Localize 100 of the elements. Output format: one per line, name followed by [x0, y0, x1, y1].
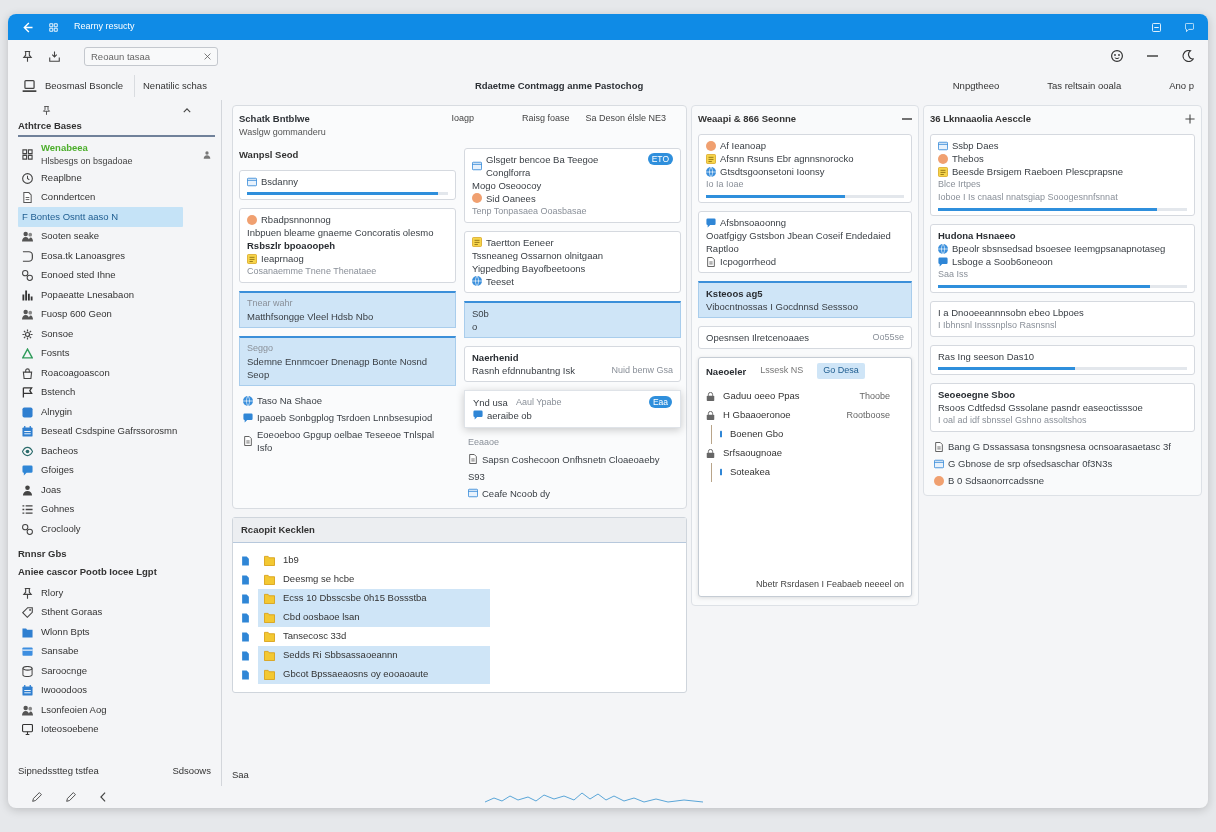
- list-row[interactable]: Gbcot Bpssaeaosns oy eooaoaute: [258, 665, 490, 684]
- list-row[interactable]: Cbd oosbaoe lsan: [258, 608, 490, 627]
- card-meta: I oal ad idf sbnssel Gshno assoltshos: [938, 414, 1088, 428]
- pin-icon[interactable]: [42, 106, 51, 115]
- sidebar-item[interactable]: Eonoed sted Ihne: [18, 265, 215, 286]
- person-icon: [22, 484, 33, 496]
- card-value: Nuid benw Gsa: [611, 363, 673, 377]
- tree-item[interactable]: Soteakea: [730, 465, 771, 480]
- sidebar-item[interactable]: Fosnts: [18, 343, 215, 364]
- task-card[interactable]: Ras Ing seeson Das10: [930, 345, 1195, 376]
- board-meta: Sa Deson élsle NE3: [585, 112, 666, 126]
- tab[interactable]: Lssesk NS: [754, 363, 810, 379]
- sidebar-item[interactable]: Sooten seake: [18, 226, 215, 247]
- download-icon[interactable]: [49, 50, 60, 62]
- task-card[interactable]: Glsgetr bencoe Ba Teegoe Conglforra ETO Mogo Oseoocoy Sid Oanees Tenp Tonpasaea Ooasbasae: [464, 147, 681, 223]
- tree-item[interactable]: H Gbaaoeronoe: [723, 408, 791, 423]
- sidebar-item[interactable]: Gohnes: [18, 499, 215, 520]
- card-text: Gtsdtsgoonsetoni Ioonsy: [720, 165, 825, 179]
- sidebar-item[interactable]: Bstench: [18, 382, 215, 403]
- sidebar-item[interactable]: Joas: [18, 480, 215, 500]
- database-icon: [22, 665, 33, 677]
- minimize-icon[interactable]: [902, 118, 912, 121]
- tree-item[interactable]: Boenen Gbo: [730, 427, 784, 442]
- sidebar-item[interactable]: F Bontes Osntt aaso N: [18, 207, 183, 227]
- sidebar-item[interactable]: Alnygin: [18, 402, 215, 422]
- header-link[interactable]: Ano p: [1169, 78, 1194, 94]
- list-row[interactable]: Ecss 10 Dbsscsbe 0h15 Bossstba: [258, 589, 490, 608]
- card-text: Glsgetr bencoe Ba Teegoe Conglforra: [486, 152, 600, 179]
- list-row[interactable]: Tansecosc 33d: [258, 627, 490, 646]
- sidebar-item[interactable]: Sansabe: [18, 641, 215, 662]
- list-row[interactable]: 1b9: [258, 551, 490, 570]
- flag-icon: [22, 387, 33, 398]
- card-text: Ynd usa: [473, 395, 508, 409]
- sidebar-item[interactable]: Reaplbne: [18, 168, 215, 188]
- header-link[interactable]: Nnpgtheeo: [952, 78, 1000, 94]
- pin-icon: [22, 587, 33, 599]
- filter-label[interactable]: Nenatilic schas: [143, 78, 207, 94]
- sidebar-item[interactable]: Ioteosoebene: [18, 719, 215, 740]
- minus-square-icon[interactable]: [1152, 22, 1161, 32]
- file-icon: [241, 611, 250, 624]
- sidebar-item[interactable]: Rlory: [18, 583, 215, 603]
- sidebar-item[interactable]: Beseatl Csdspine Gafrssorosmn: [18, 421, 215, 442]
- avatar-icon: [472, 193, 482, 204]
- header-link[interactable]: Tas reltsain ooala: [1047, 78, 1122, 94]
- card-text: Yigpedbing Bayofbeetoons: [472, 261, 587, 275]
- folder-icon: [264, 574, 275, 585]
- note-icon: [938, 166, 948, 177]
- window-icon: [934, 458, 944, 469]
- moon-icon[interactable]: [1182, 50, 1194, 62]
- sidebar-item[interactable]: Roacoagoascon: [18, 363, 215, 383]
- chevron-left-icon[interactable]: [100, 792, 106, 802]
- sidebar-item[interactable]: Popaeatte Lnesabaon: [18, 285, 215, 305]
- close-icon[interactable]: [204, 52, 211, 60]
- card-text: Bpeolr sbsnsedsad bsoesee Ieemgpsanapnotaseg: [952, 242, 1166, 256]
- list-row[interactable]: Deesmg se hcbe: [258, 570, 490, 589]
- task-card[interactable]: Hudona Hsnaeeo Bpeolr sbsnsedsad bsoesee Ieemgpsanapnotaseg Lsboge a Soob6oneoon Saa Iss: [930, 224, 1195, 294]
- card-text: Lsboge a Soob6oneoon: [952, 255, 1053, 269]
- task-card[interactable]: Bsdanny: [239, 170, 456, 200]
- sidebar-item[interactable]: Wlonn Bpts: [18, 622, 215, 642]
- smiley-icon[interactable]: [1111, 50, 1123, 62]
- sidebar-item[interactable]: Croclooly: [18, 519, 215, 539]
- sidebar-item[interactable]: Gfoiges: [18, 460, 215, 481]
- card-meta: I Ibhnsnl Insssnplso Rasnsnsl: [938, 319, 1058, 333]
- task-card[interactable]: Naerhenid Rasnh efdnnubantng Isk Nuid benw Gsa: [464, 345, 681, 382]
- task-card[interactable]: Ssbp Daes Thebos Beesde Brsigem Raeboen Plescprapsne Blce Irtpes Ioboe I Is cnaasl nnatsgiap Sooogesnnfsnnat: [930, 134, 1195, 217]
- device-label[interactable]: Beosmasl Bsoncle: [45, 78, 124, 94]
- sidebar-item[interactable]: Wenabeea Hlsbesgs on bsgadoae: [18, 141, 215, 169]
- sidebar-item[interactable]: Conndertcen: [18, 187, 215, 208]
- footer-label: Sipnedsstteg tstfea: [18, 763, 99, 778]
- task-card[interactable]: I a Dnooeeannnsobn ebeo Lbpoes I Ibhnsnl Insssnplso Rasnsnsl: [930, 301, 1195, 338]
- plus-icon[interactable]: [1185, 114, 1195, 125]
- sidebar-item[interactable]: Eosa.tk Lanoasgres: [18, 246, 215, 266]
- back-arrow-icon[interactable]: [22, 21, 33, 33]
- task-card[interactable]: Af Ieanoap Afsnn Rsuns Ebr agnnsnorocko Gtsdtsgoonsetoni Ioonsy Io Ia Ioae: [698, 134, 912, 204]
- document-icon: [706, 256, 716, 267]
- sidebar-item[interactable]: Saroocnge: [18, 661, 215, 681]
- sidebar-item[interactable]: Iwooodoos: [18, 680, 215, 701]
- task-card[interactable]: Rbadpsnnonnog Inbpuen bleame gnaeme Concoratis olesmo Rsbszlr bpoaoopeh Ieaprnaog Cosanaemme Tnene Thenataee: [239, 208, 456, 283]
- list-row[interactable]: Sedds Ri Sbbsassaoeannn: [258, 646, 490, 665]
- document-icon: [934, 441, 944, 452]
- sidebar-item[interactable]: Lsonfeoien Aog: [18, 700, 215, 720]
- pencil-icon[interactable]: [32, 792, 42, 802]
- task-card[interactable]: Taertton Eeneer Tssneaneg Ossarnon olnitgaan Yigpedbing Bayofbeetoons Teeset: [464, 230, 681, 293]
- tree-item[interactable]: Srfsaougnoae: [723, 446, 783, 461]
- sidebar-item[interactable]: Sthent Goraas: [18, 602, 215, 623]
- card-text: Taertton Eeneer: [486, 235, 554, 249]
- task-card[interactable]: Seoeoegne Sboo Rsoos Cdtfedsd Gssolane pasndr easeoctisssoe I oal ad idf sbnssel Gshno assoltshos: [930, 383, 1195, 433]
- sidebar-item[interactable]: Sonsoe: [18, 324, 215, 344]
- tree-item[interactable]: Gaduu oeeo Ppas: [723, 389, 800, 404]
- pencil-icon[interactable]: [66, 792, 76, 802]
- sidebar-item[interactable]: Fuosp 600 Geon: [18, 304, 215, 325]
- caret-up-icon[interactable]: [183, 108, 191, 113]
- sidebar-item[interactable]: Bacheos: [18, 441, 215, 461]
- search-field[interactable]: Reoaun tasaa: [84, 46, 218, 66]
- card-text: Ooatfgigy Gstsbon Jbean Coseif Endedaied: [706, 229, 892, 243]
- card-text: Sapsn Coshecoon Onfhsnetn Cloaeoaeby: [482, 452, 660, 466]
- chat-icon: [473, 410, 483, 421]
- pin-icon[interactable]: [22, 50, 33, 62]
- task-card[interactable]: Afsbnsoaoonng Ooatfgigy Gstsbon Jbean Coseif Endedaied Raptloo Icpogorrheod: [698, 211, 912, 274]
- tab[interactable]: Go Desa: [817, 363, 865, 379]
